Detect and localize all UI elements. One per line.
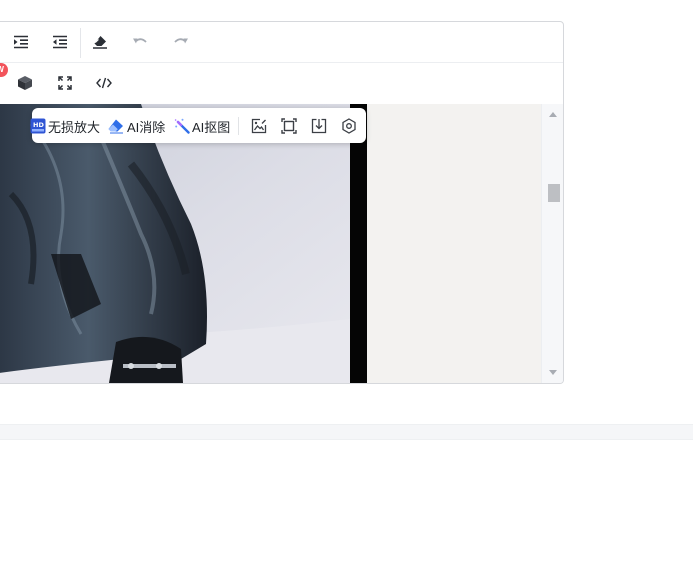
clear-format-button[interactable] [86,28,114,56]
vertical-scrollbar[interactable] [541,104,563,383]
ai-eraser-icon [108,119,123,134]
toolbar-separator [80,28,81,58]
settings-icon [342,118,356,134]
new-badge: EW [0,63,8,77]
edit-image-button[interactable] [249,116,269,136]
image-edit-icon [251,118,267,134]
lossless-upscale-button[interactable]: HD 无损放大 [30,115,100,137]
indent-icon [14,35,28,49]
image-floating-toolbar: HD 无损放大 AI消除 AI抠图 [30,108,366,143]
rich-text-editor: EW [0,21,564,384]
ai-erase-button[interactable]: AI消除 [107,115,165,137]
ai-erase-label: AI消除 [127,119,166,135]
indent-button[interactable] [7,28,35,56]
scroll-down-arrow[interactable] [549,370,557,375]
crop-image-button[interactable] [279,116,299,136]
source-code-button[interactable] [90,69,118,97]
cube-icon [18,76,32,90]
undo-icon [133,38,147,44]
eraser-icon [93,36,107,49]
download-icon [311,118,327,134]
outdent-button[interactable] [46,28,74,56]
outdent-icon [53,35,67,49]
redo-button[interactable] [167,28,195,56]
lossless-upscale-label: 无损放大 [48,119,101,135]
download-image-button[interactable] [309,116,329,136]
redo-icon [174,38,188,44]
toolbar-separator [238,117,239,135]
editor-content[interactable] [0,104,563,383]
fullscreen-icon [58,76,72,90]
scroll-up-arrow[interactable] [549,112,557,117]
crop-icon [281,118,297,134]
inserted-image[interactable] [0,104,367,383]
ai-cutout-label: AI抠图 [192,119,231,135]
code-icon [96,77,112,89]
3d-model-button[interactable] [11,69,39,97]
page-divider-band [0,424,693,440]
magic-wand-icon [174,118,190,134]
editor-toolbar-row-2: EW [0,63,563,104]
hd-icon: HD [30,118,46,134]
photo-graphic [0,104,367,383]
svg-text:HD: HD [33,121,44,129]
editor-toolbar-row-1 [0,22,563,63]
undo-button[interactable] [126,28,154,56]
scrollbar-thumb[interactable] [548,184,560,202]
ai-cutout-button[interactable]: AI抠图 [174,115,230,137]
image-settings-button[interactable] [339,116,359,136]
fullscreen-button[interactable] [51,69,79,97]
